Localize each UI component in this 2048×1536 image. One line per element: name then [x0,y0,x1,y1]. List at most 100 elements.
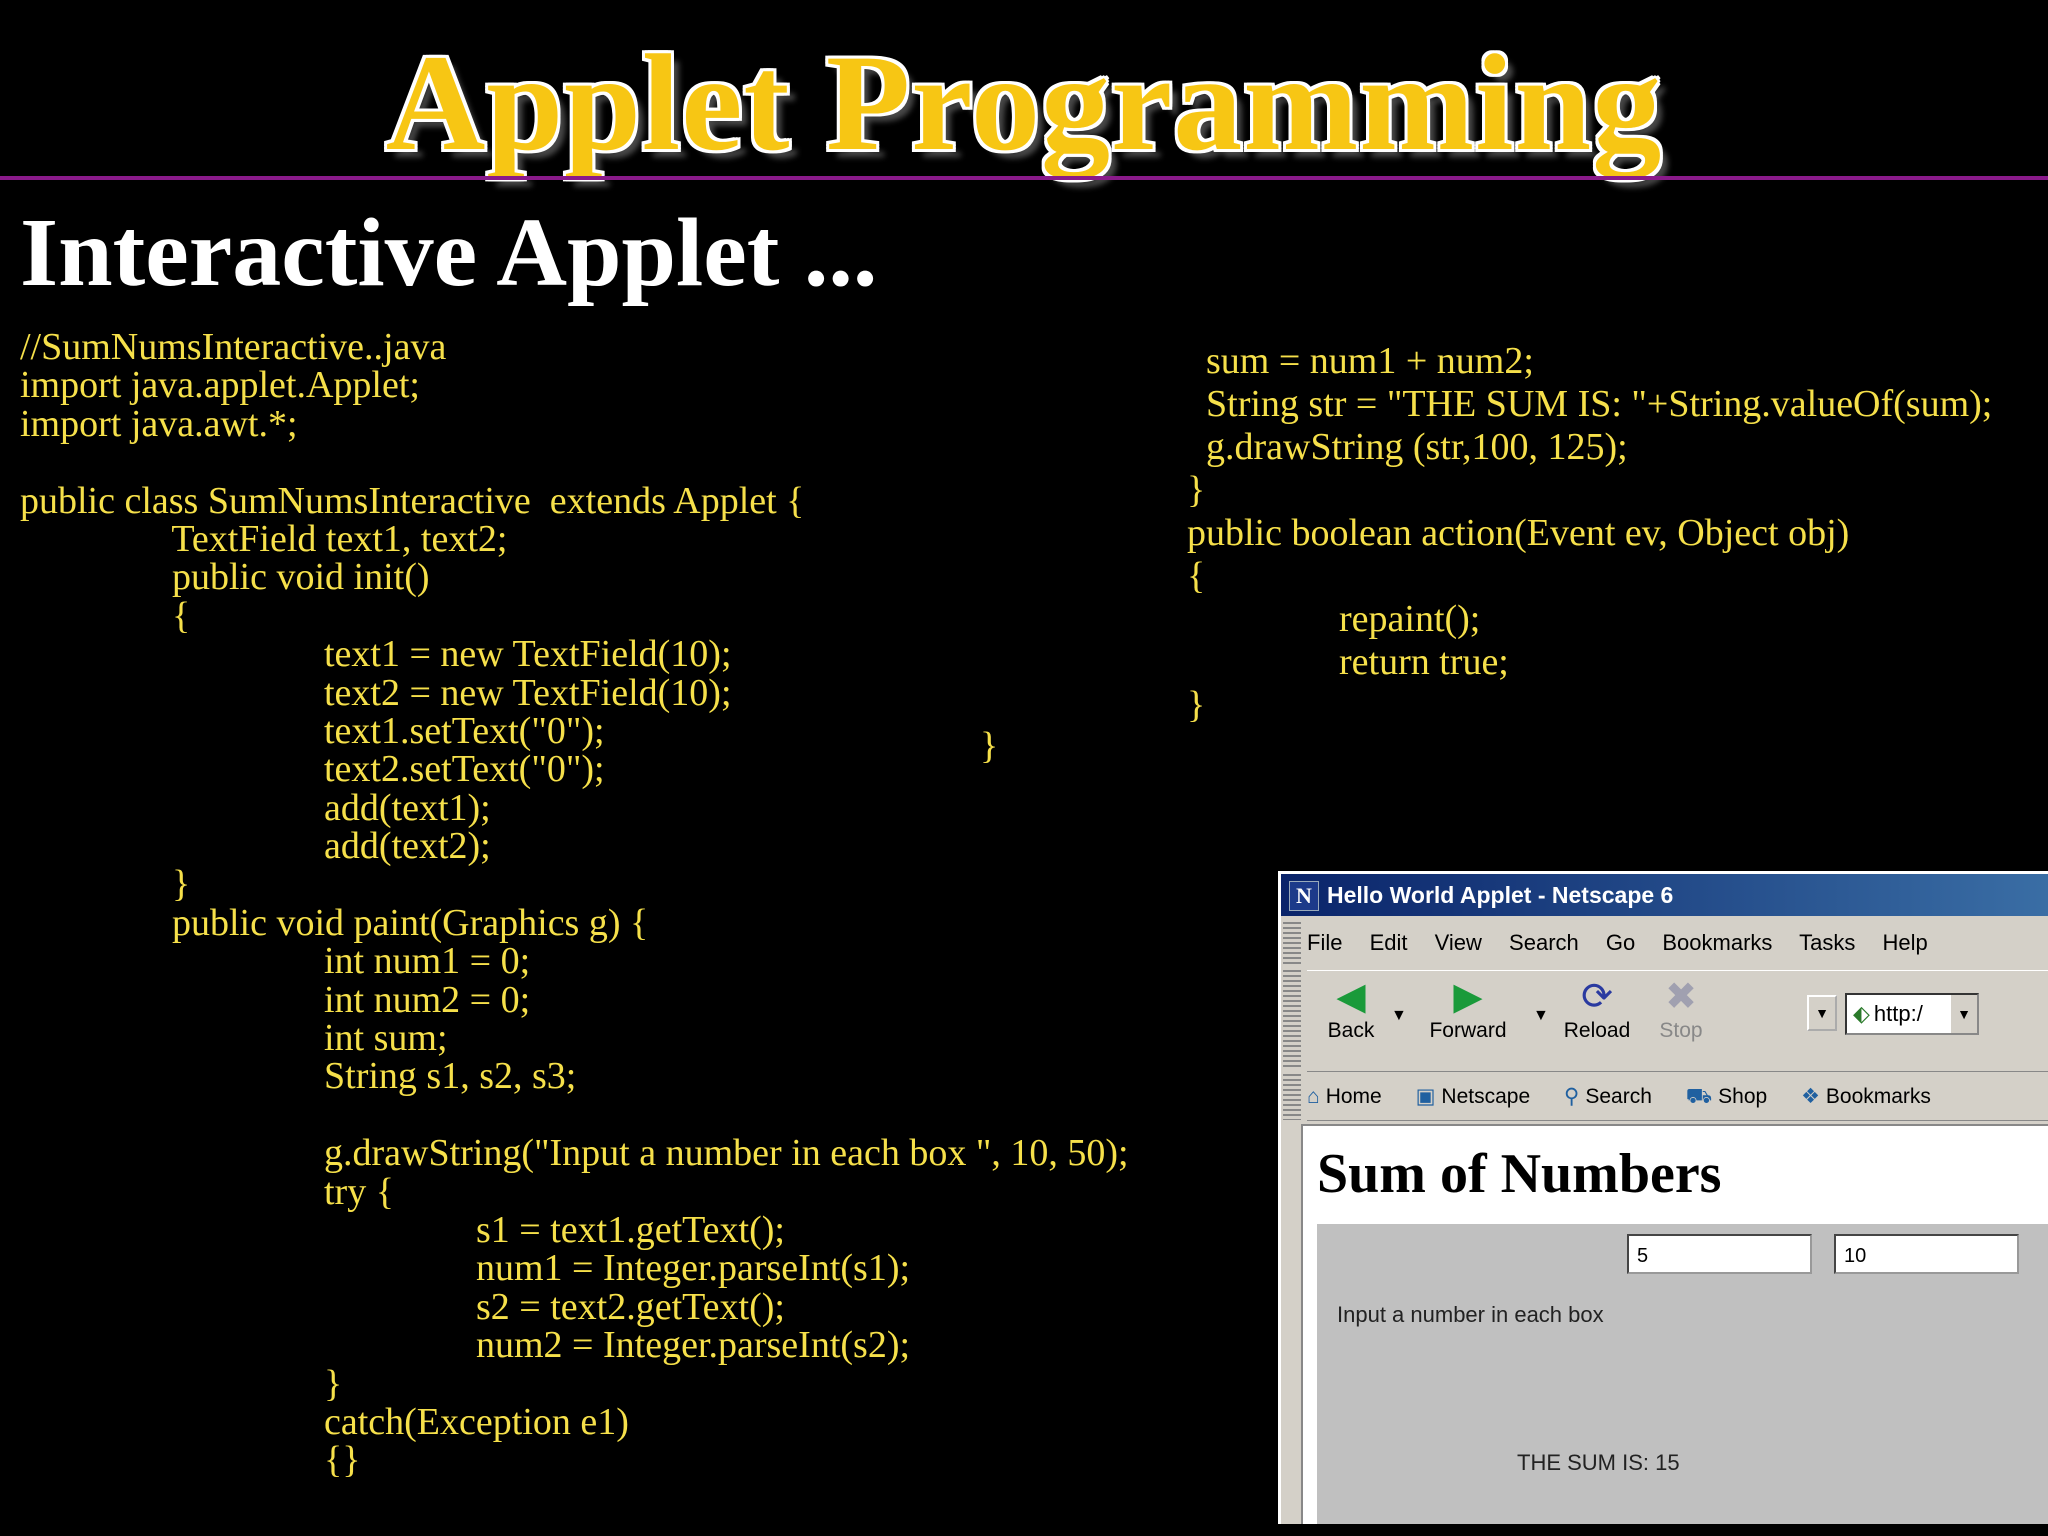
bookmarks-label: Bookmarks [1825,1085,1931,1108]
code-left-line: public void paint(Graphics g) { [20,901,649,944]
code-left-line: String s1, s2, s3; [20,1055,577,1098]
netscape-logo-icon: N [1289,881,1319,911]
menu-bar: File Edit View Search Go Bookmarks Tasks… [1307,922,1949,964]
menu-help[interactable]: Help [1883,930,1928,955]
forward-label: Forward [1429,1019,1507,1042]
code-left-line: try { [20,1170,394,1213]
search-engine-dropdown[interactable]: ▼ [1807,995,1837,1031]
shop-link[interactable]: ⛟ Shop [1686,1085,1781,1108]
code-left-line: g.drawString("Input a number in each box… [20,1132,1129,1175]
code-left-line: } [20,1362,343,1405]
code-left-line: text1.setText("0"); [20,709,605,752]
stop-icon: ✖ [1665,976,1697,1018]
code-left-line: import java.applet.Applet; [20,364,420,407]
search-label: Search [1585,1085,1652,1108]
window-title: Hello World Applet - Netscape 6 [1327,882,1674,908]
menu-file[interactable]: File [1307,930,1342,955]
forward-button[interactable]: ▶ Forward [1423,975,1513,1043]
applet-area: 5 10 Input a number in each box THE SUM … [1317,1224,2048,1524]
personal-bar-grip[interactable] [1283,1074,1301,1120]
code-left-line: { [20,594,191,637]
code-right-line: repaint(); [1187,598,1481,640]
menu-bookmarks[interactable]: Bookmarks [1662,930,1772,955]
home-label: Home [1325,1085,1382,1108]
code-left-line: num2 = Integer.parseInt(s2); [20,1324,911,1367]
reload-icon: ⟳ [1581,976,1613,1018]
back-arrow-icon: ◀ [1336,976,1366,1018]
url-dropdown-icon[interactable]: ▼ [1951,995,1977,1033]
number-field-2[interactable]: 10 [1834,1234,2019,1274]
window-titlebar[interactable]: N Hello World Applet - Netscape 6 [1281,874,2048,916]
code-left-line: text2 = new TextField(10); [20,671,732,714]
code-right-line: } [1187,684,1206,726]
code-left-line: num1 = Integer.parseInt(s1); [20,1247,911,1290]
menubar-grip[interactable] [1283,922,1301,964]
reload-button[interactable]: ⟳ Reload [1559,975,1635,1043]
menu-tasks[interactable]: Tasks [1799,930,1855,955]
code-left-line: int num2 = 0; [20,978,531,1021]
page-heading: Sum of Numbers [1317,1143,1722,1205]
code-left-line: int num1 = 0; [20,940,531,983]
number-field-1[interactable]: 5 [1627,1234,1812,1274]
code-right-line: String str = "THE SUM IS: "+String.value… [1187,383,1993,425]
stop-button[interactable]: ✖ Stop [1651,975,1711,1043]
code-left-line: } [20,863,191,906]
code-left-line: s2 = text2.getText(); [20,1285,785,1328]
code-left-line: int sum; [20,1017,448,1060]
menu-go[interactable]: Go [1606,930,1635,955]
menu-edit[interactable]: Edit [1370,930,1408,955]
code-left-line: add(text2); [20,825,491,868]
back-button[interactable]: ◀ Back [1321,975,1381,1043]
home-link[interactable]: ⌂ Home [1307,1085,1396,1108]
slide-subtitle: Interactive Applet ... [20,199,878,307]
code-right-line: { [1187,555,1206,597]
menu-view[interactable]: View [1435,930,1482,955]
netscape-icon: ▣ [1415,1085,1436,1108]
netscape-window: N Hello World Applet - Netscape 6 File E… [1278,871,2048,1524]
code-left-line: public void init() [20,556,430,599]
netscape-label: Netscape [1441,1085,1531,1108]
code-left-line [20,443,1129,481]
netscape-link[interactable]: ▣ Netscape [1416,1085,1545,1108]
code-right-line: return true; [1187,641,1509,683]
code-left-line: TextField text1, text2; [20,517,508,560]
code-right-line: sum = num1 + num2; [1187,340,1534,382]
back-history-dropdown-icon[interactable]: ▼ [1391,1007,1407,1025]
code-right-line: } [1187,469,1206,511]
shop-label: Shop [1718,1085,1768,1108]
navigation-toolbar: ◀ Back ▼ ▶ Forward ▼ ⟳ Reload ✖ Stop ▼ ⬖… [1307,970,2048,1072]
code-left-line: {} [20,1439,361,1482]
page-icon: ⬖ [1853,1001,1870,1026]
bookmarks-icon: ❖ [1801,1085,1820,1108]
url-field[interactable]: ⬖ http:/ ▼ [1845,993,1979,1035]
input-prompt: Input a number in each box [1337,1302,1604,1327]
code-left-line: text1 = new TextField(10); [20,633,732,676]
search-link[interactable]: ⚲ Search [1564,1085,1666,1108]
back-label: Back [1327,1019,1375,1042]
shop-icon: ⛟ [1685,1085,1713,1108]
url-text: http:/ [1873,1001,1923,1026]
code-left-line: s1 = text1.getText(); [20,1208,785,1251]
search-icon: ⚲ [1563,1085,1580,1108]
bookmarks-link[interactable]: ❖ Bookmarks [1801,1085,1945,1108]
reload-label: Reload [1563,1019,1631,1042]
menu-search[interactable]: Search [1509,930,1579,955]
code-left-line [20,1096,1129,1134]
page-content: Sum of Numbers 5 10 Input a number in ea… [1301,1124,2048,1524]
sum-result: THE SUM IS: 15 [1517,1450,1680,1475]
personal-toolbar: ⌂ Home ▣ Netscape ⚲ Search ⛟ Shop ❖ Bookmarks [1307,1074,2048,1121]
code-left-line: catch(Exception e1) [20,1400,629,1443]
navbar-grip[interactable] [1283,970,1301,1070]
slide-title: Applet Programming [385,26,1663,179]
code-left-line: public class SumNumsInteractive extends … [20,479,805,522]
forward-arrow-icon: ▶ [1453,976,1483,1018]
code-right-line: public boolean action(Event ev, Object o… [1187,512,1850,554]
code-right-line: g.drawString (str,100, 125); [1187,426,1628,468]
code-closing-brace: } [980,725,999,767]
code-left-line: import java.awt.*; [20,402,298,445]
code-left-line: add(text1); [20,786,491,829]
code-left-line: //SumNumsInteractive..java [20,326,447,368]
stop-label: Stop [1659,1019,1703,1042]
forward-history-dropdown-icon[interactable]: ▼ [1533,1007,1549,1025]
code-listing-right: sum = num1 + num2; String str = "THE SUM… [1187,340,1992,727]
